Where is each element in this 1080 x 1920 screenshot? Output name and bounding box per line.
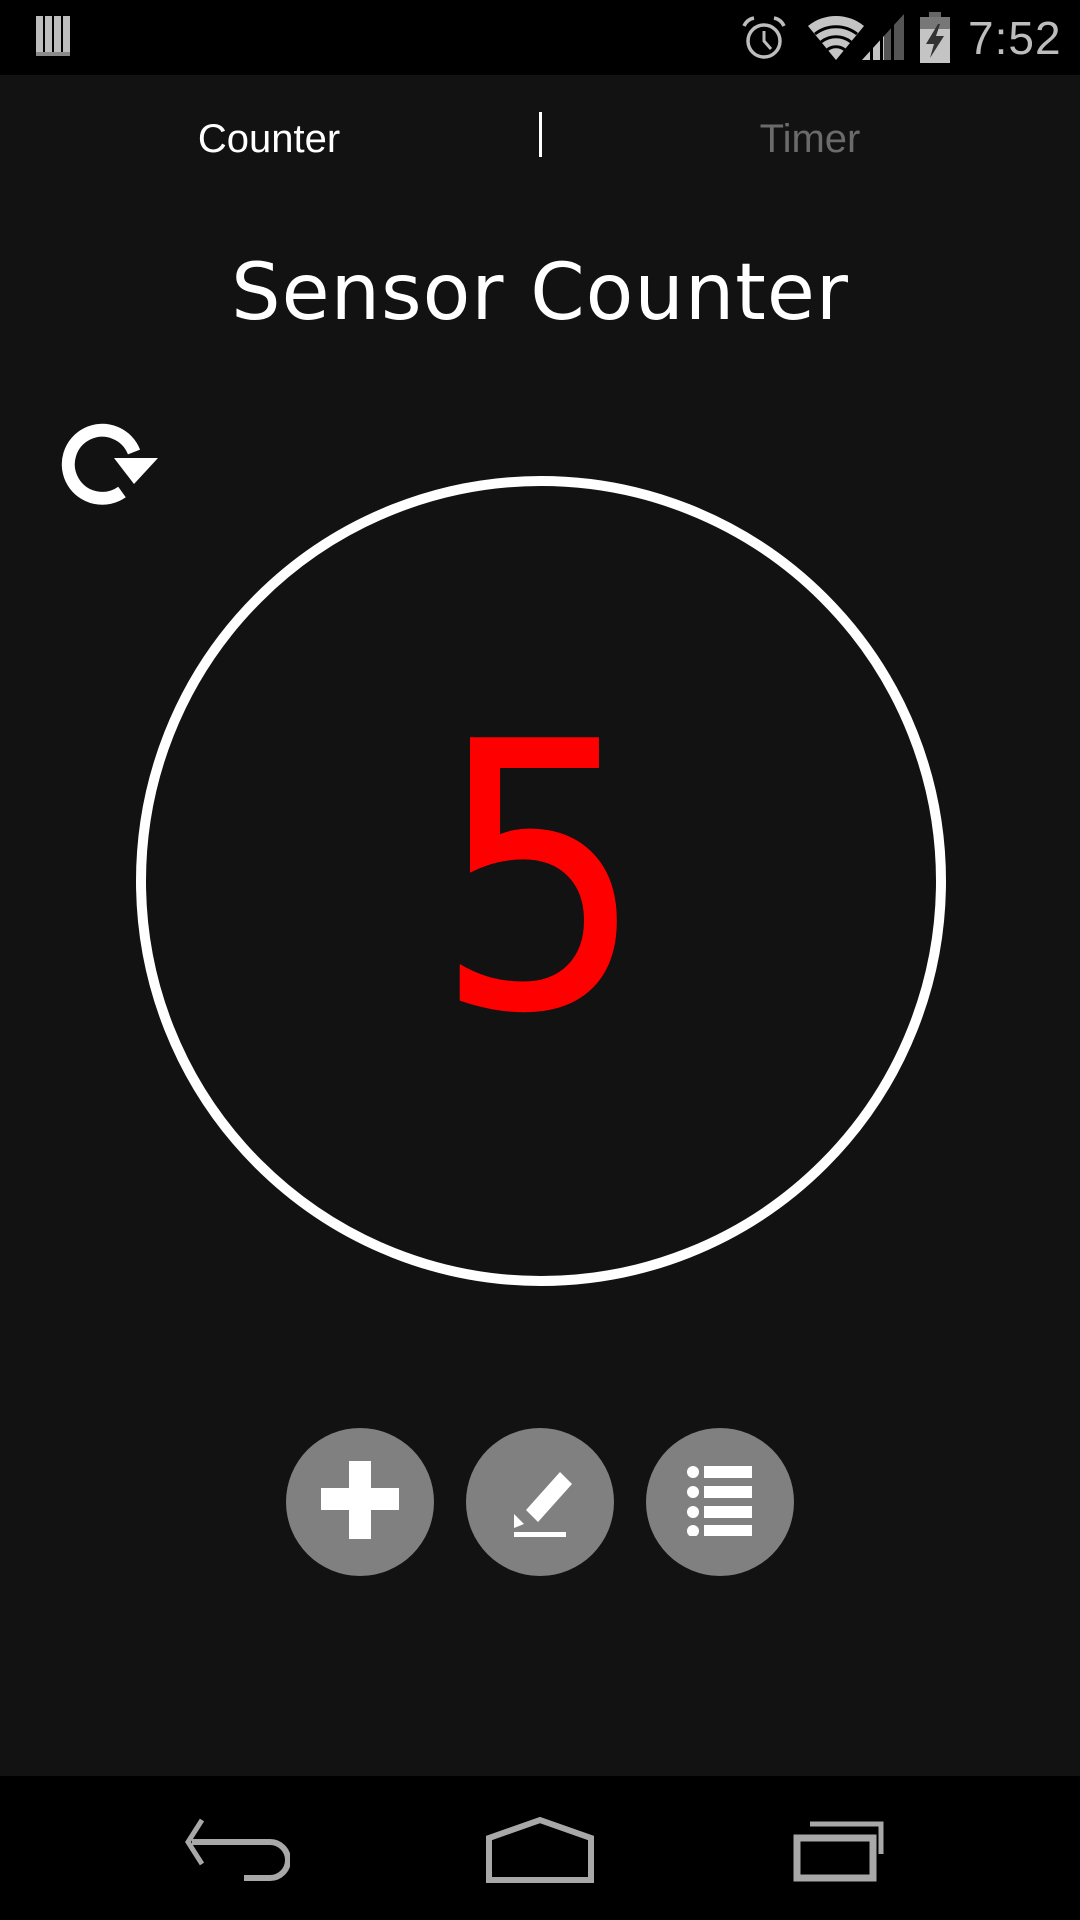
edit-button[interactable] [466,1428,614,1576]
home-button[interactable] [480,1816,600,1890]
cell-signal-icon [860,12,906,66]
page-title: Sensor Counter [231,248,849,338]
tab-divider [539,112,542,157]
list-button[interactable] [646,1428,794,1576]
pencil-icon [502,1462,578,1542]
refresh-icon [50,423,166,516]
add-button[interactable] [286,1428,434,1576]
navigation-bar [0,1776,1080,1920]
tab-counter[interactable]: Counter [119,109,419,169]
status-bar: 7:52 [0,0,1080,75]
status-clock: 7:52 [968,12,1062,64]
wifi-icon [806,14,866,66]
list-icon [686,1464,754,1540]
count-value: 5 [434,665,646,1095]
plus-icon [321,1461,399,1543]
recents-icon [780,1821,890,1886]
home-icon [480,1816,600,1890]
alarm-icon [740,14,788,66]
back-button[interactable] [180,1816,291,1886]
back-arrow-icon [180,1818,291,1886]
recents-button[interactable] [780,1816,890,1886]
reset-button[interactable] [50,412,166,512]
action-buttons [0,1428,1080,1578]
battery-charging-icon [918,12,952,68]
tab-bar: Counter Timer [0,75,1080,195]
tab-timer[interactable]: Timer [660,109,960,169]
